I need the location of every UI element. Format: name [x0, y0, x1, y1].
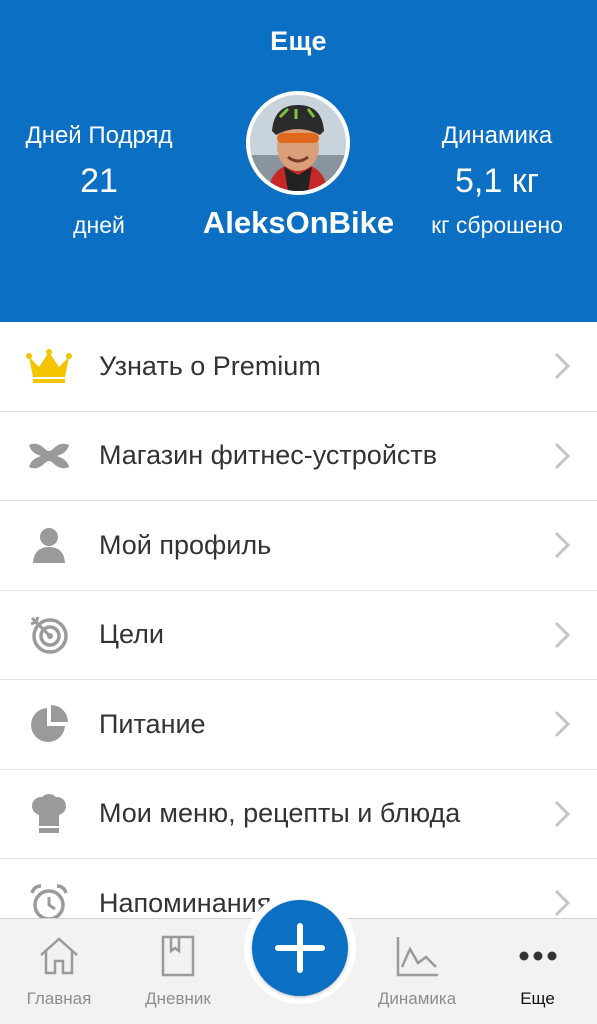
menu-item-label: Питание: [99, 708, 206, 739]
menu-item-label: Магазин фитнес-устройств: [99, 440, 438, 471]
progress-label: Динамика: [441, 122, 553, 149]
menu-item-fitness-store[interactable]: Магазин фитнес-устройств: [0, 412, 597, 501]
target-icon: [26, 612, 72, 658]
chevron-right-icon: [554, 890, 571, 917]
chevron-right-icon: [554, 353, 571, 380]
plus-icon: [275, 923, 325, 973]
add-button[interactable]: [252, 900, 348, 996]
chevron-right-icon: [554, 532, 571, 559]
tab-label: Главная: [26, 989, 92, 1008]
chef-hat-icon: [26, 791, 72, 837]
crown-icon: [26, 343, 72, 389]
tab-diary[interactable]: Дневник: [118, 919, 238, 1024]
tab-label: Дневник: [145, 989, 211, 1008]
more-menu: Узнать о Premium Магазин фитнес-устройст…: [0, 322, 597, 918]
tab-more[interactable]: Еще: [478, 919, 597, 1024]
home-icon: [40, 937, 78, 975]
more-dots-icon: [519, 951, 556, 961]
menu-item-profile[interactable]: Мой профиль: [0, 501, 597, 591]
under-armour-logo-icon: [26, 433, 72, 479]
menu-item-label: Мои меню, рецепты и блюда: [99, 798, 461, 829]
menu-item-recipes[interactable]: Мои меню, рецепты и блюда: [0, 770, 597, 859]
chart-icon: [396, 937, 438, 977]
chevron-right-icon: [554, 711, 571, 738]
menu-item-premium[interactable]: Узнать о Premium: [0, 322, 597, 412]
menu-item-nutrition[interactable]: Питание: [0, 680, 597, 770]
menu-item-label: Напоминания: [99, 887, 272, 918]
menu-item-label: Цели: [99, 619, 164, 650]
tab-label: Еще: [520, 989, 555, 1008]
streak-label: Дней Подряд: [25, 122, 173, 149]
page-title: Еще: [270, 26, 327, 56]
menu-item-label: Мой профиль: [99, 529, 272, 560]
chevron-right-icon: [554, 442, 571, 469]
person-icon: [26, 522, 72, 568]
tab-home[interactable]: Главная: [0, 919, 118, 1024]
tab-label: Динамика: [377, 989, 457, 1008]
pie-chart-icon: [26, 701, 72, 747]
username: AleksOnBike: [202, 205, 395, 240]
tab-progress[interactable]: Динамика: [356, 919, 478, 1024]
menu-item-goals[interactable]: Цели: [0, 591, 597, 680]
progress-value: 5,1 кг: [455, 162, 539, 200]
avatar[interactable]: [246, 91, 350, 195]
chevron-right-icon: [554, 621, 571, 648]
profile-header: Еще Дней Подряд 21 дней Динамика 5,1 кг …: [0, 0, 597, 322]
alarm-clock-icon: [26, 880, 72, 918]
chevron-right-icon: [554, 800, 571, 827]
menu-item-label: Узнать о Premium: [99, 350, 321, 381]
streak-value: 21: [80, 162, 118, 200]
diary-icon: [161, 935, 195, 977]
